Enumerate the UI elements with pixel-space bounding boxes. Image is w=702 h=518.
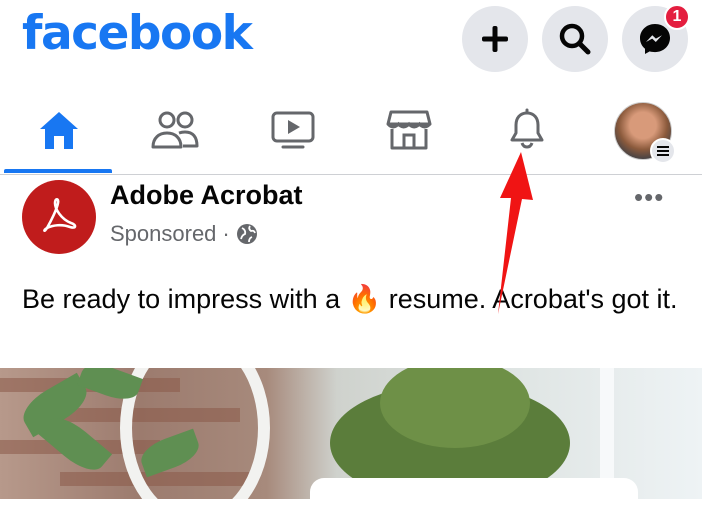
annotation-arrow <box>498 152 533 314</box>
